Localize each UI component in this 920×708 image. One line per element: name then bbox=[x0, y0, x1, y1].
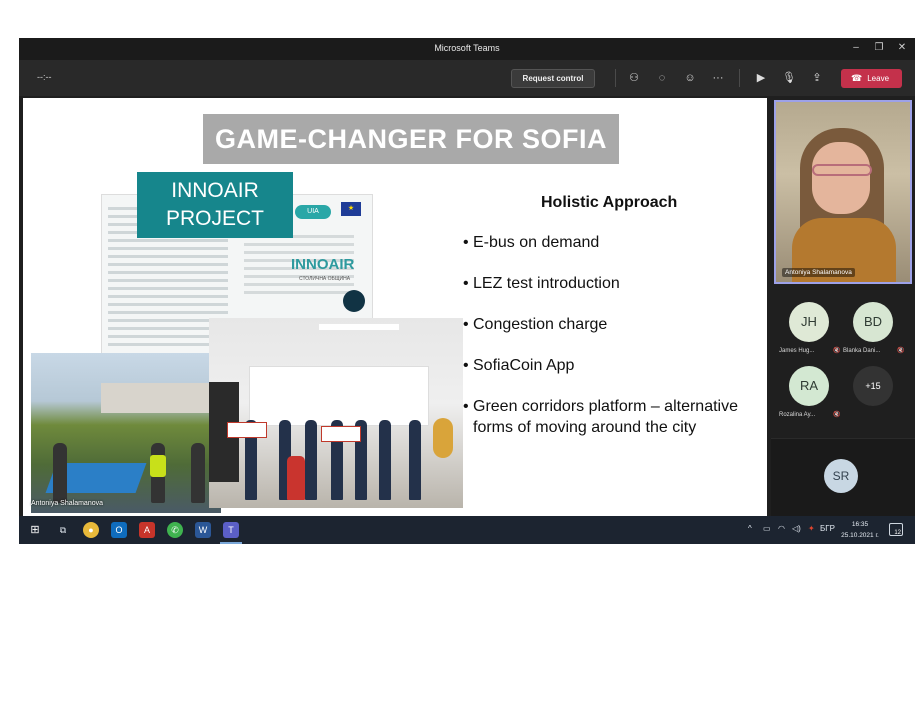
participant-name: Blanka Dani... bbox=[843, 348, 881, 354]
presenter-name: Antoniya Shalamanova bbox=[782, 268, 855, 277]
leave-label: Leave bbox=[867, 74, 890, 83]
presenter-face bbox=[812, 142, 870, 214]
close-icon[interactable]: ✕ bbox=[895, 41, 909, 55]
list-item: Congestion charge bbox=[463, 314, 763, 335]
toolbar-separator bbox=[739, 69, 740, 87]
chevron-up-icon[interactable]: ^ bbox=[748, 524, 752, 533]
clock-date: 25.10.2021 г. bbox=[841, 532, 879, 539]
maximize-icon[interactable]: ❐ bbox=[872, 41, 886, 55]
app-tray-icon[interactable]: ✦ bbox=[808, 524, 815, 533]
cyclist bbox=[191, 443, 205, 503]
eu-flag-icon: ★ bbox=[341, 202, 361, 216]
network-icon[interactable]: ◠ bbox=[778, 524, 785, 533]
phone-hangup-icon: ☎ bbox=[851, 73, 863, 83]
more-participants-button[interactable]: +15 bbox=[853, 366, 893, 406]
presenter-video-tile[interactable]: Antoniya Shalamanova bbox=[774, 100, 912, 284]
participants-panel: Antoniya Shalamanova JH James Hug... 🔇 B… bbox=[771, 98, 915, 516]
glasses bbox=[812, 164, 872, 176]
word-icon[interactable]: W bbox=[195, 522, 211, 538]
person bbox=[409, 420, 421, 500]
reactions-icon[interactable]: ☺ bbox=[682, 70, 698, 86]
participant-name: Rozalina Ay... bbox=[779, 412, 816, 418]
participant-tile[interactable]: BD Blanka Dani... 🔇 bbox=[843, 302, 905, 368]
event-banner bbox=[249, 366, 429, 426]
teams-window: Microsoft Teams – ❐ ✕ --:-- Request cont… bbox=[19, 38, 915, 544]
people-icon[interactable]: ⚇ bbox=[626, 70, 642, 86]
participant-tile[interactable]: RA Rozalina Ay... 🔇 bbox=[779, 366, 841, 432]
chat-icon[interactable]: ◌ bbox=[654, 70, 670, 86]
leave-button[interactable]: ☎ Leave bbox=[841, 69, 902, 88]
shared-slide: GAME-CHANGER FOR SOFIA UIA ★ INNOAIR PRO… bbox=[23, 98, 767, 516]
meeting-toolbar: --:-- Request control ⚇ ◌ ☺ ··· ▶ 🎙 ⇪ ☎ L… bbox=[19, 60, 915, 96]
list-item: LEZ test introduction bbox=[463, 273, 763, 294]
holistic-heading: Holistic Approach bbox=[541, 194, 678, 211]
mic-muted-icon: 🔇 bbox=[833, 412, 841, 418]
participant-tile-bottom[interactable]: SR bbox=[771, 438, 915, 516]
camera-off-icon[interactable]: ▶ bbox=[753, 70, 769, 86]
award-photo bbox=[209, 318, 463, 508]
poster-brand: INNOAIR bbox=[291, 256, 355, 273]
notifications-icon[interactable]: 12 bbox=[889, 523, 903, 536]
participant-name: James Hug... bbox=[779, 348, 815, 354]
person bbox=[379, 420, 391, 500]
volume-icon[interactable]: ◁) bbox=[792, 524, 801, 533]
poster-subtitle: СТОЛИЧНА ОБЩИНА bbox=[299, 276, 351, 282]
request-control-button[interactable]: Request control bbox=[511, 69, 595, 88]
start-icon[interactable]: ⊞ bbox=[27, 522, 43, 538]
avatar: RA bbox=[789, 366, 829, 406]
mic-muted-icon: 🔇 bbox=[833, 348, 841, 354]
slide-title: GAME-CHANGER FOR SOFIA bbox=[203, 114, 619, 164]
cheque-board bbox=[227, 422, 267, 438]
person-kneeling bbox=[287, 456, 305, 500]
innoair-project-badge: INNOAIR PROJECT bbox=[137, 172, 293, 238]
cyclist bbox=[53, 443, 67, 503]
approach-list: E-bus on demand LEZ test introduction Co… bbox=[463, 232, 763, 458]
mic-off-icon[interactable]: 🎙 bbox=[781, 70, 797, 86]
ceiling-light bbox=[319, 324, 399, 330]
uia-logo: UIA bbox=[295, 205, 331, 219]
active-app-indicator bbox=[220, 542, 242, 544]
mic-muted-icon: 🔇 bbox=[897, 348, 905, 354]
outlook-icon[interactable]: O bbox=[111, 522, 127, 538]
avatar: BD bbox=[853, 302, 893, 342]
person bbox=[305, 420, 317, 500]
clock-time: 16:35 bbox=[851, 521, 869, 528]
share-icon[interactable]: ⇪ bbox=[809, 70, 825, 86]
task-view-icon[interactable]: ⧉ bbox=[55, 522, 71, 538]
clock[interactable]: 16:35 25.10.2021 г. bbox=[837, 519, 883, 541]
battery-icon[interactable]: ▭ bbox=[763, 524, 771, 533]
whatsapp-icon[interactable]: ✆ bbox=[167, 522, 183, 538]
building bbox=[101, 383, 211, 413]
toolbar-separator bbox=[615, 69, 616, 87]
list-item: E-bus on demand bbox=[463, 232, 763, 253]
sofia-logo-icon bbox=[343, 290, 365, 312]
cheque-board bbox=[321, 426, 361, 442]
minimize-icon[interactable]: – bbox=[849, 41, 863, 55]
badge-line-2: PROJECT bbox=[165, 207, 264, 230]
cyclists-photo bbox=[31, 353, 221, 513]
more-actions-icon[interactable]: ··· bbox=[710, 70, 726, 86]
avatar: SR bbox=[824, 459, 858, 493]
pdf-icon[interactable]: A bbox=[139, 522, 155, 538]
avatar: JH bbox=[789, 302, 829, 342]
teams-icon[interactable]: T bbox=[223, 522, 239, 538]
title-bar: Microsoft Teams – ❐ ✕ bbox=[19, 38, 915, 60]
language-indicator[interactable]: БГР bbox=[820, 524, 835, 533]
presenter-caption: Antoniya Shalamanova bbox=[31, 500, 103, 507]
yellow-decor bbox=[433, 418, 453, 458]
list-item: Green corridors platform – alternative f… bbox=[463, 396, 763, 438]
windows-taskbar: ⊞ ⧉ ● O A ✆ W T ^ ▭ ◠ ◁) ✦ БГР 16:35 25.… bbox=[19, 516, 915, 544]
badge-line-1: INNOAIR bbox=[171, 179, 259, 202]
participant-tile[interactable]: JH James Hug... 🔇 bbox=[779, 302, 841, 368]
meeting-timer: --:-- bbox=[37, 72, 52, 82]
window-title: Microsoft Teams bbox=[434, 43, 500, 53]
chrome-icon[interactable]: ● bbox=[83, 522, 99, 538]
hi-vis-vest bbox=[150, 455, 166, 477]
list-item: SofiaCoin App bbox=[463, 355, 763, 376]
